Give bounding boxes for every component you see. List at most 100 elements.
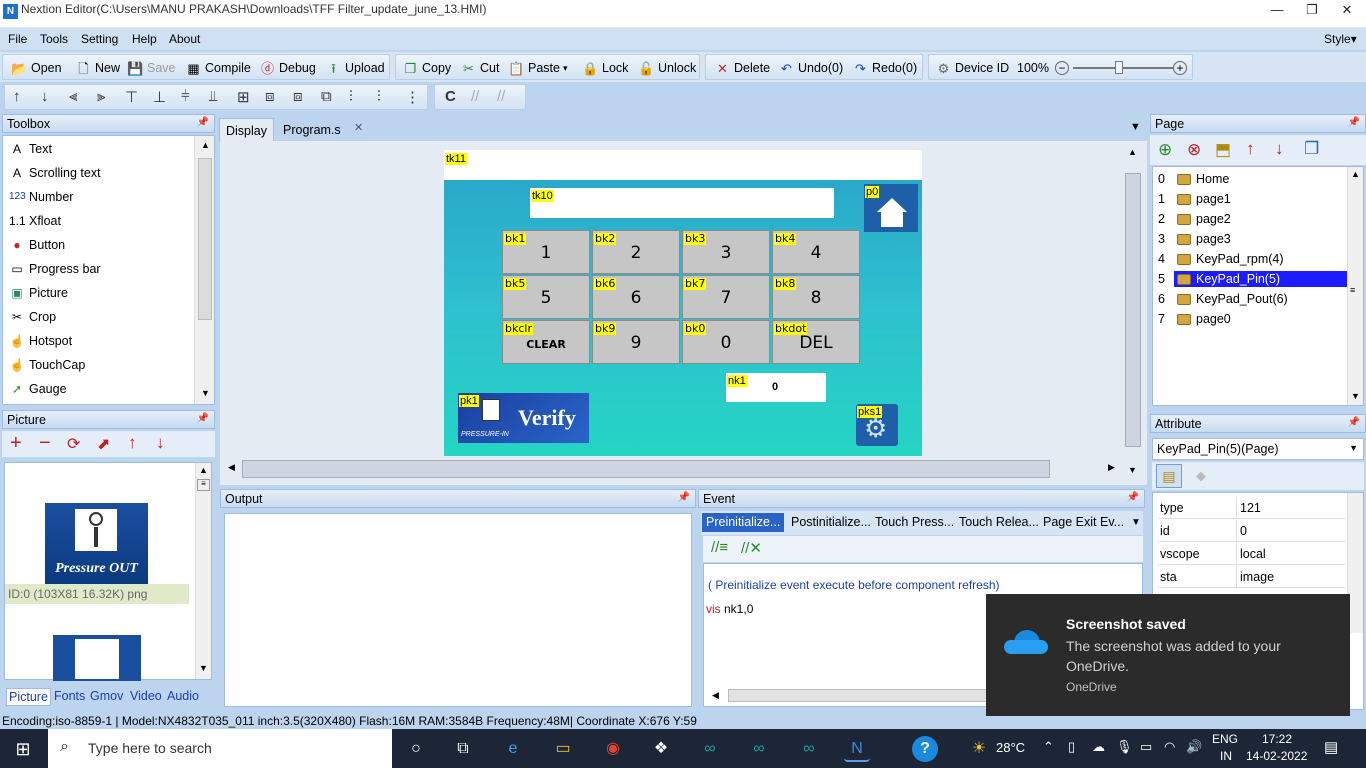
page-list-item[interactable]: 2 page2 (1158, 210, 1358, 228)
battery-icon[interactable]: ▭ (1140, 739, 1152, 755)
zoom-in-button[interactable]: + (1173, 59, 1187, 77)
toolbox-item-gauge[interactable]: ➚ Gauge (9, 382, 67, 396)
save-button[interactable]: 💾 Save (127, 59, 175, 77)
menu-help[interactable]: Help (132, 32, 157, 46)
paste-button[interactable]: 📋 Paste ▾ (508, 59, 568, 77)
weather-temp[interactable]: 28°C (996, 740, 1025, 755)
zoom-slider-thumb[interactable] (1115, 61, 1123, 74)
toast-notification[interactable]: Screenshot saved The screenshot was adde… (986, 594, 1350, 716)
tab-picture[interactable]: Picture (6, 688, 51, 706)
keypad-button-bk9[interactable]: bk9 9 (592, 320, 680, 364)
volume-icon[interactable]: 🔊 (1186, 739, 1202, 755)
tab-postinitialize[interactable]: Postinitialize... (787, 513, 875, 532)
close-button[interactable]: ✕ (1332, 2, 1362, 18)
menu-about[interactable]: About (169, 32, 200, 46)
minimize-button[interactable]: — (1262, 2, 1292, 17)
lang-bottom[interactable]: IN (1220, 749, 1232, 763)
page-list-scrollbar[interactable]: ▲ ≡ ▼ (1347, 167, 1363, 405)
tab-gmov[interactable]: Gmov (88, 688, 125, 704)
move-up-icon[interactable]: ↑ (128, 433, 137, 453)
arduino-icon[interactable]: ∞ (697, 736, 723, 762)
pin-icon[interactable]: 📌 (1348, 417, 1360, 428)
export-icon[interactable]: ⬈ (97, 434, 110, 454)
help-icon[interactable]: ? (912, 736, 938, 762)
close-tab-icon[interactable]: ✕ (354, 121, 363, 134)
uncomment-icon[interactable]: //✕ (741, 539, 762, 557)
tab-touch-press[interactable]: Touch Press... (871, 513, 958, 532)
remove-icon[interactable]: − (39, 432, 51, 455)
menu-tools[interactable]: Tools (40, 32, 68, 46)
page-list-item[interactable]: 1 page1 (1158, 190, 1358, 208)
copy-page-icon[interactable]: ❐ (1304, 139, 1319, 159)
taskbar-search[interactable]: ⌕ Type here to search (48, 729, 392, 768)
tab-touch-release[interactable]: Touch Relea... (955, 513, 1043, 532)
picture-thumbnail[interactable]: Pressure OUT (45, 503, 148, 584)
toolbox-item-hotspot[interactable]: ☝ Hotspot (9, 334, 73, 348)
toolbox-scrollbar[interactable]: ▲ ▼ (194, 136, 214, 404)
comment-icon[interactable]: // (471, 88, 479, 105)
attribute-row[interactable]: sta image (1158, 566, 1345, 588)
keypad-button-bk4[interactable]: bk4 4 (772, 230, 860, 274)
undo-button[interactable]: ↶ Undo(0) (778, 59, 843, 77)
tk11-text[interactable]: tk11 (444, 150, 922, 180)
pin-icon[interactable]: 📌 (197, 413, 209, 424)
clock-date[interactable]: 14-02-2022 (1246, 749, 1307, 763)
toolbox-item-touchcap[interactable]: ☝ TouchCap (9, 358, 86, 372)
categorized-icon[interactable]: ▤ (1156, 464, 1182, 488)
pin-icon[interactable]: 📌 (678, 492, 690, 503)
add-icon[interactable]: + (10, 432, 22, 455)
chrome-icon[interactable]: ◉ (600, 736, 626, 762)
tab-preinitialize[interactable]: Preinitialize... (702, 513, 784, 532)
open-button[interactable]: 📂 Open (11, 59, 61, 77)
keypad-button-bk8[interactable]: bk8 8 (772, 275, 860, 319)
tab-list-dropdown-icon[interactable]: ▼ (1130, 121, 1141, 133)
compile-button[interactable]: ▦ Compile (185, 59, 251, 77)
maximize-button[interactable]: ❐ (1297, 2, 1327, 18)
uncomment-icon[interactable]: // (497, 88, 505, 105)
tab-fonts[interactable]: Fonts (52, 688, 87, 704)
pin-icon[interactable]: 📌 (1348, 117, 1360, 128)
output-console[interactable] (224, 513, 692, 707)
cut-button[interactable]: ✂ Cut (460, 59, 499, 77)
zoom-slider-track[interactable] (1073, 67, 1173, 69)
align-left-icon[interactable]: ⫷ (69, 88, 77, 105)
paste-dropdown-icon[interactable]: ▾ (563, 63, 568, 74)
move-down-icon[interactable]: ↓ (156, 433, 165, 453)
add-page-icon[interactable]: ⊕ (1158, 140, 1172, 160)
attribute-row[interactable]: id 0 (1158, 520, 1345, 542)
menu-style[interactable]: Style▾ (1324, 32, 1357, 46)
format-code-icon[interactable]: C (445, 88, 456, 105)
upload-button[interactable]: ⭱ Upload (325, 59, 384, 77)
clock-time[interactable]: 17:22 (1262, 732, 1292, 746)
lang-top[interactable]: ENG (1212, 732, 1238, 746)
move-up-icon[interactable]: ↑ (13, 88, 21, 105)
tab-display[interactable]: Display (219, 118, 274, 142)
copy-button[interactable]: ❐ Copy (402, 59, 452, 77)
align-right-icon[interactable]: ⫸ (97, 88, 105, 105)
nk1-number[interactable]: nk1 0 (726, 373, 826, 402)
tab-video[interactable]: Video (128, 688, 164, 704)
device-id-button[interactable]: ⚙ Device ID (935, 59, 1010, 77)
tray-icon[interactable]: ▯ (1068, 739, 1075, 755)
comment-icon[interactable]: //≡ (711, 539, 728, 556)
toolbox-item-xfloat[interactable]: 1.1 Xfloat (9, 214, 61, 228)
keypad-button-bkclr[interactable]: bkclr CLEAR (502, 320, 590, 364)
pin-icon[interactable]: 📌 (1127, 492, 1139, 503)
page-list-item[interactable]: 0 Home (1158, 170, 1358, 188)
canvas-vscroll[interactable]: ▲ ▼ (1123, 143, 1143, 477)
event-hscroll[interactable]: ◀ (706, 688, 988, 704)
same-height-icon[interactable]: ⧈ (293, 88, 303, 105)
keypad-button-bk7[interactable]: bk7 7 (682, 275, 770, 319)
keypad-button-bk5[interactable]: bk5 5 (502, 275, 590, 319)
page-up-icon[interactable]: ↑ (1246, 139, 1255, 159)
tray-chevron-icon[interactable]: ⌃ (1043, 739, 1054, 755)
keypad-button-bk6[interactable]: bk6 6 (592, 275, 680, 319)
page-list-item[interactable]: 7 page0 (1158, 310, 1358, 328)
picture-scrollbar[interactable]: ▲ ≡ ▼ (195, 463, 211, 679)
pin-icon[interactable]: 📌 (197, 117, 209, 128)
align-bottom-icon[interactable]: ⊥ (153, 88, 166, 106)
distribute-v-icon[interactable]: ⫶ (377, 88, 381, 105)
dropbox-icon[interactable]: ❖ (648, 736, 674, 762)
delete-page-icon[interactable]: ⊗ (1187, 140, 1201, 160)
tab-program[interactable]: Program.s (277, 118, 347, 142)
